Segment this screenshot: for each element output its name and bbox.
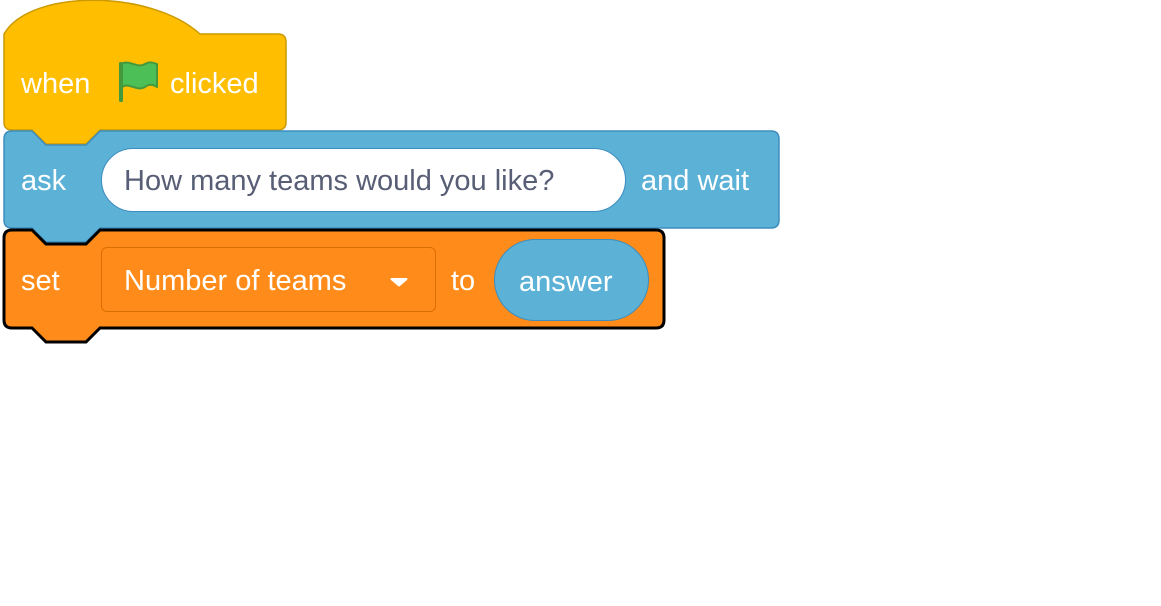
set-label: set <box>21 265 60 297</box>
answer-reporter-text: answer <box>519 266 613 298</box>
script-canvas: when clicked ask How many teams would yo… <box>0 0 1161 606</box>
to-label: to <box>451 265 476 297</box>
answer-reporter[interactable]: answer <box>494 239 649 321</box>
variable-dropdown-text: Number of teams <box>124 265 347 297</box>
variable-dropdown[interactable]: Number of teams <box>101 247 436 312</box>
caret-down-icon <box>390 278 408 287</box>
